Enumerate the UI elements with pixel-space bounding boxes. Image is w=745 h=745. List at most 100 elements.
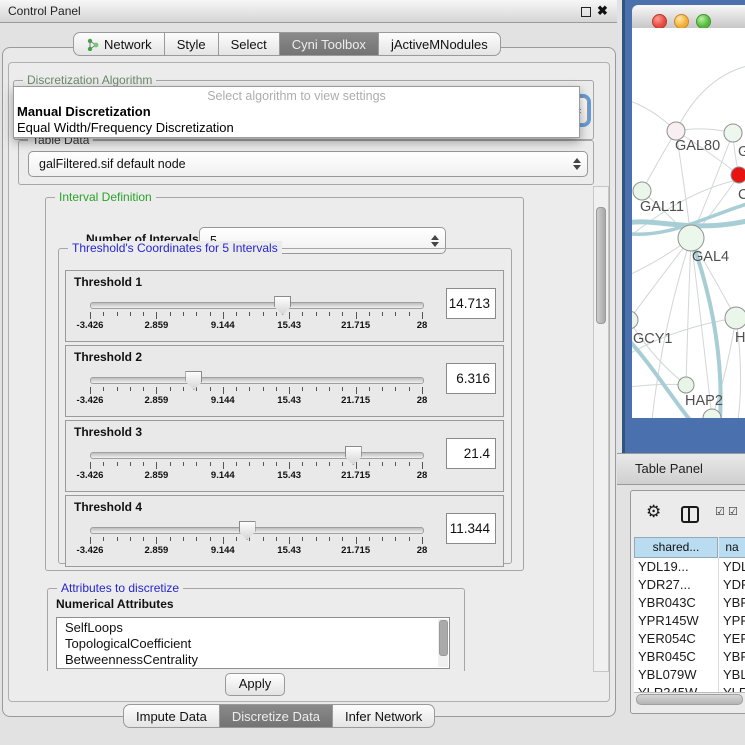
popup-option-equal-width-frequency-discretization[interactable]: Equal Width/Frequency Discretization xyxy=(17,120,234,135)
network-edge[interactable] xyxy=(691,238,721,418)
slider-tick xyxy=(143,312,144,316)
network-node-gal4[interactable] xyxy=(678,225,704,251)
float-window-icon[interactable] xyxy=(581,7,591,17)
threshold-value-field[interactable] xyxy=(446,438,496,469)
threshold-value-field[interactable] xyxy=(446,288,496,319)
table-row[interactable]: YLR345W YLR3 xyxy=(634,684,745,692)
slider-track[interactable] xyxy=(90,302,424,309)
column-header-name[interactable]: na xyxy=(719,537,745,558)
tab-style[interactable]: Style xyxy=(164,32,219,56)
table-data-combo[interactable]: galFiltered.sif default node xyxy=(28,151,588,177)
slider-tick xyxy=(90,312,91,319)
attribute-item-topologicalcoefficient[interactable]: TopologicalCoefficient xyxy=(57,636,449,652)
table-cell[interactable]: YDR27... xyxy=(638,577,691,592)
bottom-tab-infer-network[interactable]: Infer Network xyxy=(332,704,435,728)
table-row[interactable]: YDR27... YDR2 xyxy=(634,576,745,594)
table-cell[interactable]: YBR0 xyxy=(723,649,745,664)
checkbox-icon[interactable]: ☑ xyxy=(715,507,725,518)
column-divider xyxy=(718,558,719,692)
table-cell[interactable]: YDR2 xyxy=(723,577,745,592)
column-settings-icon[interactable] xyxy=(681,506,699,523)
slider-thumb[interactable] xyxy=(239,521,256,540)
threshold-value-field[interactable] xyxy=(446,363,496,394)
table-row[interactable]: YPR145W YPR1 xyxy=(634,612,745,630)
table-cell[interactable]: YER054C xyxy=(638,631,696,646)
table-cell[interactable]: YPR145W xyxy=(638,613,699,628)
list-scrollbar[interactable] xyxy=(438,619,448,667)
table-cell[interactable]: YBR045C xyxy=(638,649,696,664)
slider-tick xyxy=(382,537,383,541)
table-cell[interactable]: YLR345W xyxy=(638,685,697,692)
column-header-shared[interactable]: shared... xyxy=(634,537,718,558)
network-node-gal[interactable] xyxy=(724,124,742,142)
list-scrollbar-thumb[interactable] xyxy=(439,620,448,656)
algorithm-popup: Select algorithm to view settings Manual… xyxy=(13,86,580,138)
table-cell[interactable]: YDL19... xyxy=(638,559,689,574)
slider-tick xyxy=(342,462,343,466)
network-node-gal11[interactable] xyxy=(633,182,651,200)
minimize-window-icon[interactable] xyxy=(674,14,689,29)
network-node[interactable] xyxy=(703,409,721,418)
tab-network[interactable]: Network xyxy=(73,32,165,56)
network-view[interactable]: GAL80GALCYGAL11GAL4GCY1HAHAP2 xyxy=(632,28,745,418)
table-cell[interactable]: YBR043C xyxy=(638,595,696,610)
slider-tick xyxy=(117,462,118,466)
table-cell[interactable]: YDL1 xyxy=(723,559,745,574)
slider-tick xyxy=(329,387,330,391)
network-edge[interactable] xyxy=(686,238,691,385)
table-hscrollbar[interactable] xyxy=(634,692,745,705)
table-row[interactable]: YDL19... YDL1 xyxy=(634,558,745,576)
table-row[interactable]: YER054C YER0 xyxy=(634,630,745,648)
network-edge[interactable] xyxy=(676,66,745,131)
network-node-ha[interactable] xyxy=(725,307,745,329)
settings-scrollbar-thumb[interactable] xyxy=(596,207,606,324)
network-node-cy[interactable] xyxy=(731,167,745,183)
slider-track[interactable] xyxy=(90,377,424,384)
slider-tick xyxy=(422,387,423,394)
network-node-gcy1[interactable] xyxy=(632,311,638,329)
threshold-value-field[interactable] xyxy=(446,513,496,544)
popup-option-manual-discretization[interactable]: Manual Discretization xyxy=(17,104,151,119)
close-icon[interactable]: ✖ xyxy=(597,3,608,19)
attribute-item-selfloops[interactable]: SelfLoops xyxy=(57,620,449,636)
close-window-icon[interactable] xyxy=(652,14,667,29)
tab-select[interactable]: Select xyxy=(218,32,280,56)
tab-jactivemnodules[interactable]: jActiveMNodules xyxy=(378,32,501,56)
table-row[interactable]: YBR043C YBR0 xyxy=(634,594,745,612)
settings-scrollbar[interactable] xyxy=(593,186,609,672)
threshold-list: Threshold 1-3.4262.8599.14415.4321.71528… xyxy=(65,270,504,570)
slider-track[interactable] xyxy=(90,452,424,459)
bottom-tab-discretize-data[interactable]: Discretize Data xyxy=(219,704,333,728)
threshold-box: Threshold 1-3.4262.8599.14415.4321.71528 xyxy=(65,270,504,342)
network-window-titlebar xyxy=(632,5,745,29)
slider-tick xyxy=(90,537,91,544)
network-node-hap2[interactable] xyxy=(678,377,694,393)
slider-tick xyxy=(196,462,197,466)
slider-track[interactable] xyxy=(90,527,424,534)
table-cell[interactable]: YBR0 xyxy=(723,595,745,610)
network-edge[interactable] xyxy=(632,238,691,320)
checkbox-icon[interactable]: ☑ xyxy=(728,507,738,518)
tab-cyni-toolbox[interactable]: Cyni Toolbox xyxy=(279,32,379,56)
threshold-label: Threshold 4 xyxy=(74,500,142,514)
table-row[interactable]: YBR045C YBR0 xyxy=(634,648,745,666)
gear-icon[interactable]: ⚙ xyxy=(646,503,661,520)
network-edge[interactable] xyxy=(642,131,676,191)
thresholds-group: Threshold's Coordinates for 5 Intervals … xyxy=(58,248,512,564)
table-cell[interactable]: YER0 xyxy=(723,631,745,646)
table-cell[interactable]: YBL079W xyxy=(638,667,697,682)
table-hscrollbar-thumb[interactable] xyxy=(636,694,743,705)
zoom-window-icon[interactable] xyxy=(696,14,711,29)
apply-button[interactable]: Apply xyxy=(225,673,285,696)
threshold-label: Threshold 3 xyxy=(74,425,142,439)
bottom-tab-impute-data[interactable]: Impute Data xyxy=(123,704,220,728)
table-cell[interactable]: YLR3 xyxy=(723,685,745,692)
table-cell[interactable]: YBL0 xyxy=(723,667,745,682)
slider-thumb[interactable] xyxy=(345,446,362,465)
numerical-attributes-list[interactable]: SelfLoopsTopologicalCoefficientBetweenne… xyxy=(56,617,450,669)
table-cell[interactable]: YPR1 xyxy=(723,613,745,628)
table-row[interactable]: YBL079W YBL0 xyxy=(634,666,745,684)
slider-tick xyxy=(369,312,370,316)
slider-thumb[interactable] xyxy=(185,371,202,390)
attribute-item-betweennesscentrality[interactable]: BetweennessCentrality xyxy=(57,652,449,668)
